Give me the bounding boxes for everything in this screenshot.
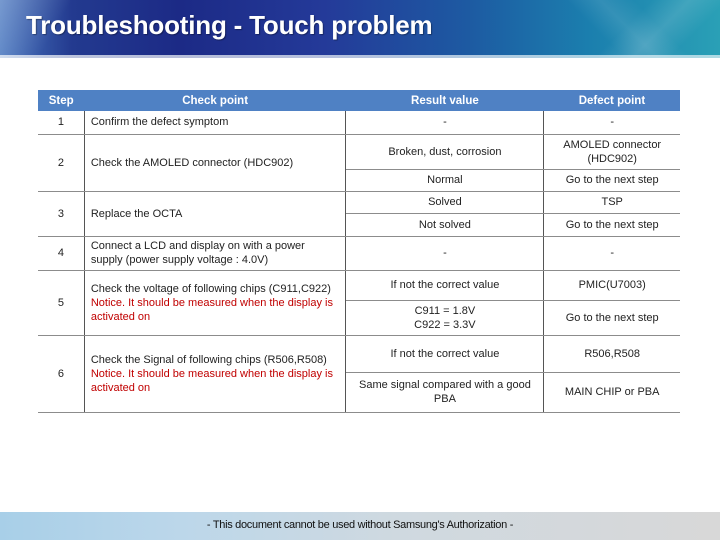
defect-point: PMIC(U7003) — [543, 270, 680, 301]
result-value-cell: C911 = 1.8V C922 = 3.3V — [345, 300, 545, 336]
result-value: Broken, dust, corrosion — [345, 134, 545, 170]
defect-point: Go to the next step — [543, 300, 680, 336]
result-value: Same signal compared with a good PBA — [345, 372, 545, 413]
defect-point: - — [543, 236, 680, 271]
step-number: 6 — [38, 335, 85, 413]
result-value: C911 = 1.8V — [414, 304, 476, 317]
step-number: 1 — [38, 111, 85, 135]
check-point: Check the voltage of following chips (C9… — [90, 282, 331, 295]
check-point: Check the Signal of following chips (R50… — [90, 353, 327, 366]
page-title: Troubleshooting - Touch problem — [26, 10, 433, 40]
check-point-cell: Check the voltage of following chips (C9… — [84, 270, 347, 336]
result-value: - — [345, 111, 545, 135]
header-banner: Troubleshooting - Touch problem — [0, 0, 720, 58]
step-number: 4 — [38, 236, 85, 271]
step-number: 2 — [38, 134, 85, 192]
table-header-row: Step Check point Result value Defect poi… — [38, 90, 680, 111]
defect-point: Go to the next step — [543, 213, 680, 237]
result-value: - — [345, 236, 545, 271]
defect-point: TSP — [543, 191, 680, 214]
table-row: 2 Check the AMOLED connector (HDC902) Br… — [38, 134, 680, 192]
notice-text: Notice. It should be measured when the d… — [90, 367, 333, 394]
check-point: Connect a LCD and display on with a powe… — [84, 236, 347, 271]
notice-text: Notice. It should be measured when the d… — [90, 296, 333, 323]
result-value: If not the correct value — [345, 335, 545, 373]
header-decoration — [540, 0, 720, 58]
defect-point: AMOLED connector (HDC902) — [543, 134, 680, 170]
defect-point: R506,R508 — [543, 335, 680, 373]
footer-disclaimer: - This document cannot be used without S… — [206, 519, 514, 531]
result-value: If not the correct value — [345, 270, 545, 301]
result-value: Not solved — [345, 213, 545, 237]
column-header-defect-point: Defect point — [543, 90, 680, 111]
defect-point: - — [543, 111, 680, 135]
defect-point: MAIN CHIP or PBA — [543, 372, 680, 413]
result-value: Solved — [345, 191, 545, 214]
footer-bar: - This document cannot be used without S… — [0, 512, 720, 540]
result-value: C922 = 3.3V — [414, 318, 476, 331]
table-row: 3 Replace the OCTA Solved TSP — [38, 191, 680, 237]
check-point-cell: Check the Signal of following chips (R50… — [84, 335, 347, 413]
column-header-check-point: Check point — [84, 90, 346, 111]
step-number: 5 — [38, 270, 85, 336]
step-number: 3 — [38, 191, 85, 237]
table-row: 4 Connect a LCD and display on with a po… — [38, 236, 680, 271]
check-point: Check the AMOLED connector (HDC902) — [84, 134, 347, 192]
defect-point: Go to the next step — [543, 169, 680, 192]
table-row: 1 Confirm the defect symptom - - — [38, 111, 680, 135]
table-row: 6 Check the Signal of following chips (R… — [38, 335, 680, 413]
check-point: Confirm the defect symptom — [84, 111, 347, 135]
column-header-step: Step — [38, 90, 85, 111]
table-row: 5 Check the voltage of following chips (… — [38, 270, 680, 336]
troubleshooting-table: Step Check point Result value Defect poi… — [38, 90, 680, 413]
result-value: Normal — [345, 169, 545, 192]
column-header-result-value: Result value — [345, 90, 544, 111]
header-divider — [0, 55, 720, 58]
check-point: Replace the OCTA — [84, 191, 347, 237]
